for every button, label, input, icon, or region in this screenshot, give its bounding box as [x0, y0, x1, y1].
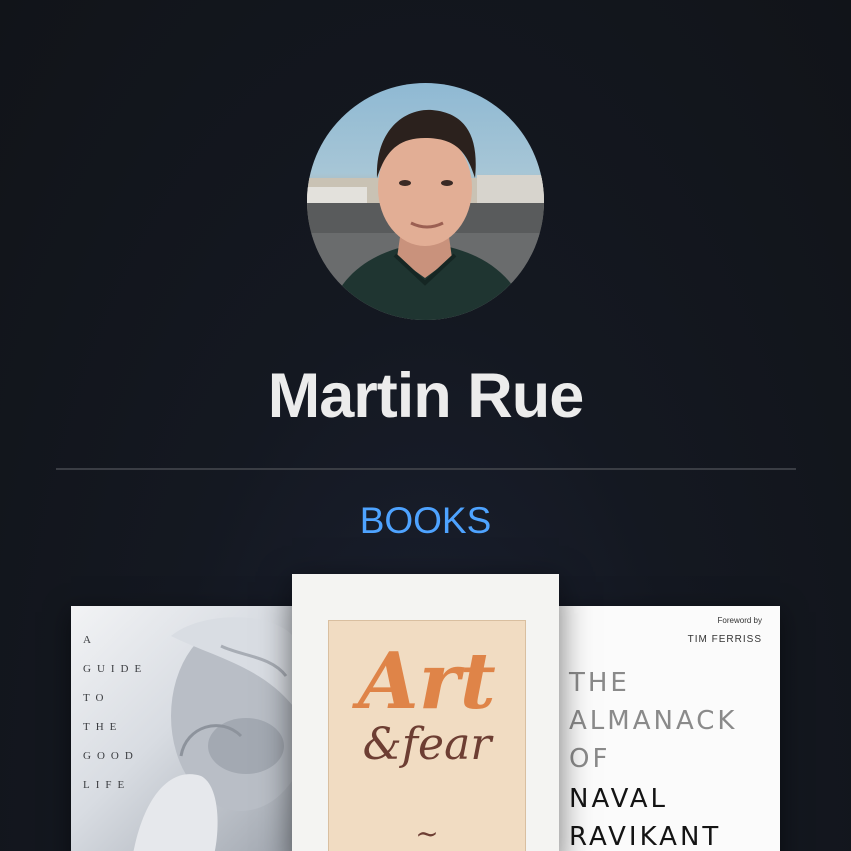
book-left-word: A	[83, 634, 97, 646]
book-right-title-line: THE	[569, 668, 630, 698]
book-right-foreword: Foreword by	[717, 616, 762, 625]
book-center-ornament: ~	[415, 817, 439, 850]
divider	[56, 468, 796, 470]
book-right-title-line: OF	[569, 744, 611, 774]
book-center-title-art: Art	[358, 636, 496, 727]
book-cover-almanack-of-naval-ravikant[interactable]: Foreword by TIM FERRISS THE ALMANACK OF …	[558, 606, 780, 851]
avatar-photo	[307, 109, 544, 320]
book-left-word: LIFE	[83, 779, 131, 791]
book-center-title-fear: &fear	[362, 719, 492, 770]
book-left-title: A GUIDE TO THE GOOD LIFE	[83, 626, 147, 800]
profile-name: Martin Rue	[267, 361, 585, 431]
book-cover-guide-to-good-life[interactable]: A GUIDE TO THE GOOD LIFE	[71, 606, 293, 851]
book-cover-art-and-fear[interactable]: Art &fear ~	[292, 574, 559, 851]
book-right-title-line: RAVIKANT	[569, 822, 722, 851]
book-left-word: TO	[83, 692, 110, 704]
book-right-title-line: ALMANACK	[569, 706, 738, 736]
avatar	[307, 83, 544, 320]
book-right-foreword-author: TIM FERRISS	[687, 634, 762, 645]
book-left-word: THE	[83, 721, 123, 733]
book-left-word: GUIDE	[83, 663, 148, 675]
book-center-panel: Art &fear ~	[328, 620, 526, 851]
section-title-books[interactable]: BOOKS	[0, 500, 851, 542]
book-left-word: GOOD	[83, 750, 139, 762]
book-right-title-line: NAVAL	[569, 784, 668, 814]
